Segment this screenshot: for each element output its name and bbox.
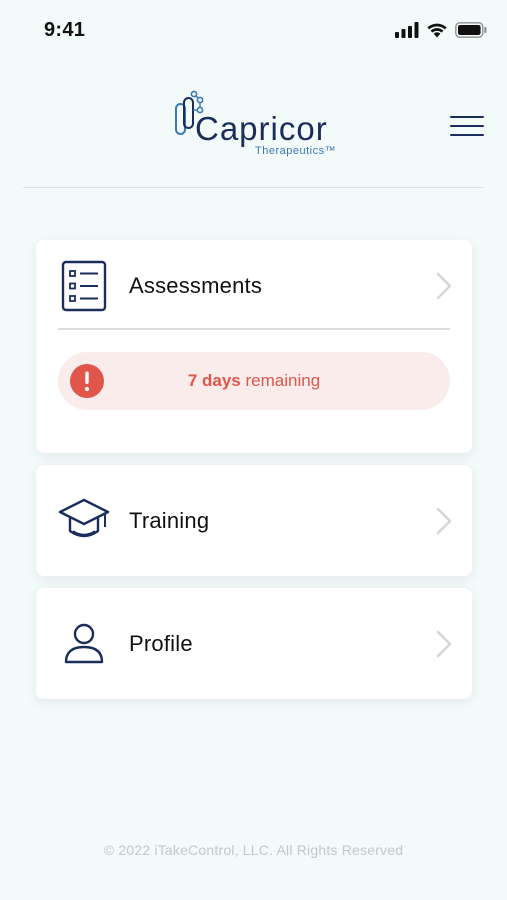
- capricor-logo: Capricor Therapeutics™: [170, 90, 365, 160]
- logo-subtitle: Therapeutics™: [255, 145, 337, 157]
- training-label: Training: [129, 507, 210, 533]
- chevron-right-icon: [436, 507, 452, 534]
- graduation-cap-icon: [58, 495, 110, 547]
- assessments-card[interactable]: Assessments 7 days remaining: [36, 240, 472, 453]
- chevron-right-icon: [436, 630, 452, 657]
- user-icon: [58, 618, 110, 670]
- footer-copyright: © 2022 iTakeControl, LLC. All Rights Res…: [103, 842, 404, 858]
- hamburger-menu-icon: [450, 116, 484, 118]
- cellular-signal-icon: [395, 22, 419, 38]
- wifi-icon: [427, 23, 447, 38]
- app-header: Capricor Therapeutics™: [0, 80, 507, 170]
- hamburger-line-middle: [450, 125, 484, 127]
- status-time: 9:41: [44, 19, 86, 41]
- profile-row[interactable]: Profile: [36, 588, 472, 699]
- deadline-alert: 7 days remaining: [58, 352, 450, 410]
- status-icons: [395, 22, 487, 38]
- menu-button[interactable]: [450, 114, 486, 138]
- assessments-separator: [58, 328, 450, 330]
- assessments-label: Assessments: [129, 273, 263, 298]
- battery-icon: [455, 22, 487, 38]
- training-row[interactable]: Training: [36, 465, 472, 576]
- alert-days: 7 days: [187, 371, 241, 390]
- profile-card[interactable]: Profile: [36, 588, 472, 699]
- alert-text: 7 days remaining: [58, 371, 450, 391]
- alert-remaining: remaining: [245, 371, 321, 390]
- logo-wordmark: Capricor: [195, 110, 328, 147]
- profile-label: Profile: [129, 630, 193, 656]
- status-bar: 9:41: [0, 0, 507, 62]
- checklist-icon: [58, 260, 110, 312]
- hamburger-line-bottom: [450, 134, 484, 136]
- header-divider: [23, 187, 484, 188]
- chevron-right-icon: [436, 272, 452, 300]
- assessments-row[interactable]: Assessments: [36, 240, 472, 332]
- training-card[interactable]: Training: [36, 465, 472, 576]
